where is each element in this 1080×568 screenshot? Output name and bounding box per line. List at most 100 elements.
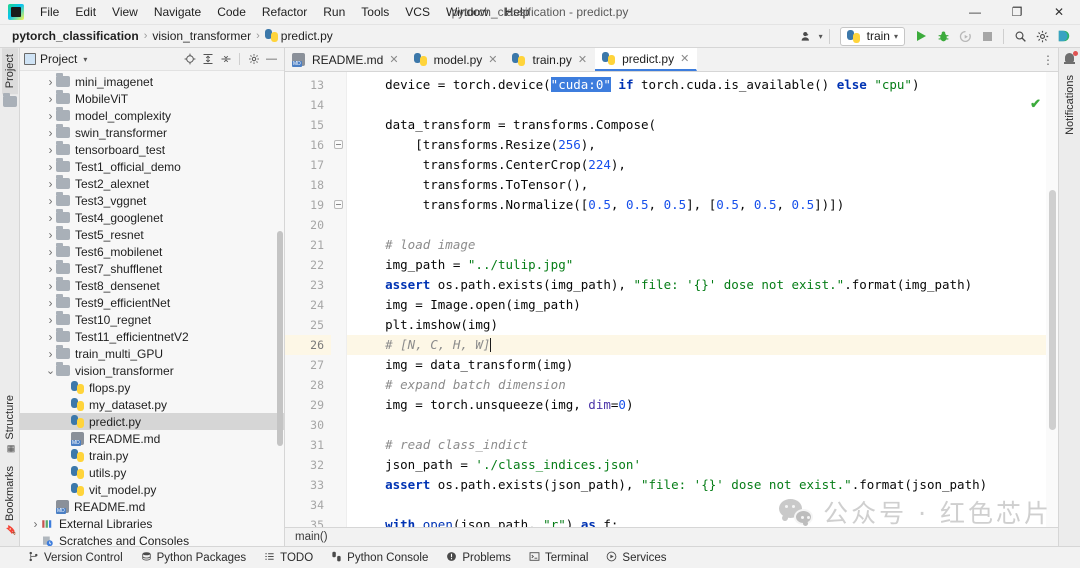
code-line[interactable]: img = data_transform(img) (347, 355, 1058, 375)
tree-item-vit-model-py[interactable]: vit_model.py (20, 481, 284, 498)
project-view-dropdown-icon[interactable]: ▾ (83, 55, 87, 64)
code-line[interactable]: # load image (347, 235, 1058, 255)
tree-item-test2-alexnet[interactable]: › Test2_alexnet (20, 175, 284, 192)
sidebar-tab-structure[interactable]: ▦ Structure (2, 389, 18, 460)
breadcrumb-project[interactable]: pytorch_classification (8, 29, 143, 43)
code-line[interactable]: # expand batch dimension (347, 375, 1058, 395)
code-line[interactable]: assert os.path.exists(img_path), "file: … (347, 275, 1058, 295)
code-line[interactable]: device = torch.device("cuda:0" if torch.… (347, 75, 1058, 95)
fold-toggle-icon[interactable] (334, 140, 343, 149)
code-line[interactable]: img_path = "../tulip.jpg" (347, 255, 1058, 275)
code-line[interactable]: img = torch.unsqueeze(img, dim=0) (347, 395, 1058, 415)
hide-panel-icon[interactable]: — (263, 51, 280, 68)
menu-item-run[interactable]: Run (315, 2, 353, 22)
editor-scrollbar-thumb[interactable] (1049, 190, 1056, 430)
tree-item-my-dataset-py[interactable]: my_dataset.py (20, 396, 284, 413)
chevron-right-icon[interactable]: › (45, 347, 56, 361)
close-icon[interactable]: ✕ (389, 53, 398, 66)
tree-item-test7-shufflenet[interactable]: › Test7_shufflenet (20, 260, 284, 277)
tree-item-swin-transformer[interactable]: › swin_transformer (20, 124, 284, 141)
menu-item-navigate[interactable]: Navigate (146, 2, 209, 22)
menu-item-edit[interactable]: Edit (67, 2, 104, 22)
tree-item-test10-regnet[interactable]: › Test10_regnet (20, 311, 284, 328)
code-editor[interactable]: 13 14 15 16 17 18 19 20 21 22 23 24 25 26 27 28 29 30 31 32… (285, 72, 1058, 527)
tree-item-test3-vggnet[interactable]: › Test3_vggnet (20, 192, 284, 209)
chevron-down-icon[interactable]: ⌄ (45, 365, 56, 376)
menu-item-vcs[interactable]: VCS (397, 2, 438, 22)
gear-icon[interactable] (1032, 27, 1052, 46)
editor-tabs-options-icon[interactable]: ⋮ (1042, 48, 1058, 71)
status-bar-item-terminal[interactable]: Terminal (529, 551, 588, 565)
sidebar-tab-bookmarks[interactable]: 🔖 Bookmarks (2, 460, 18, 542)
tree-item-model-complexity[interactable]: › model_complexity (20, 107, 284, 124)
status-bar-item-python-console[interactable]: Python Console (331, 551, 428, 565)
status-bar-item-services[interactable]: Services (606, 551, 667, 565)
code-line[interactable]: transforms.CenterCrop(224), (347, 155, 1058, 175)
tree-item-test6-mobilenet[interactable]: › Test6_mobilenet (20, 243, 284, 260)
code-line[interactable] (347, 495, 1058, 515)
run-coverage-icon[interactable] (955, 27, 975, 46)
source-code[interactable]: device = torch.device("cuda:0" if torch.… (347, 72, 1058, 527)
close-icon[interactable]: ✕ (680, 52, 689, 65)
fold-toggle-icon[interactable] (334, 200, 343, 209)
gear-icon[interactable] (245, 51, 262, 68)
tree-item-train-multi-gpu[interactable]: › train_multi_GPU (20, 345, 284, 362)
chevron-right-icon[interactable]: › (45, 330, 56, 344)
chevron-right-icon[interactable]: › (45, 279, 56, 293)
status-bar-item-problems[interactable]: Problems (446, 551, 511, 565)
editor-scrollbar[interactable] (1046, 72, 1058, 527)
status-bar-item-python-packages[interactable]: Python Packages (141, 551, 246, 565)
tree-item-train-py[interactable]: train.py (20, 447, 284, 464)
tree-item-scratches-and-consoles[interactable]: Scratches and Consoles (20, 532, 284, 546)
maximize-button[interactable]: ❐ (996, 0, 1038, 25)
breadcrumb-folder[interactable]: vision_transformer (148, 29, 255, 43)
code-line[interactable] (347, 415, 1058, 435)
tree-item-readme-md[interactable]: README.md (20, 430, 284, 447)
chevron-right-icon[interactable]: › (45, 109, 56, 123)
chevron-right-icon[interactable]: › (45, 160, 56, 174)
ide-updates-icon[interactable] (1054, 27, 1074, 46)
tree-item-test5-resnet[interactable]: › Test5_resnet (20, 226, 284, 243)
chevron-right-icon[interactable]: › (45, 313, 56, 327)
minimize-button[interactable]: — (954, 0, 996, 25)
editor-tab-model-py[interactable]: model.py ✕ (407, 48, 506, 71)
chevron-right-icon[interactable]: › (45, 296, 56, 310)
code-line[interactable]: plt.imshow(img) (347, 315, 1058, 335)
menu-item-refactor[interactable]: Refactor (254, 2, 315, 22)
code-line[interactable]: with open(json_path, "r") as f: (347, 515, 1058, 527)
close-icon[interactable]: ✕ (578, 53, 587, 66)
debug-bug-icon[interactable] (933, 27, 953, 46)
editor-tab-readme-md[interactable]: README.md ✕ (285, 48, 407, 71)
menu-item-file[interactable]: File (32, 2, 67, 22)
code-line[interactable]: transforms.ToTensor(), (347, 175, 1058, 195)
chevron-right-icon[interactable]: › (45, 211, 56, 225)
close-icon[interactable]: ✕ (488, 53, 497, 66)
chevron-right-icon[interactable]: › (45, 228, 56, 242)
notifications-bell-icon[interactable] (1063, 51, 1078, 66)
chevron-right-icon[interactable]: › (45, 177, 56, 191)
menu-item-view[interactable]: View (104, 2, 146, 22)
tree-item-predict-py[interactable]: predict.py (20, 413, 284, 430)
search-icon[interactable] (1010, 27, 1030, 46)
expand-all-icon[interactable] (199, 51, 216, 68)
code-line[interactable] (347, 95, 1058, 115)
inspection-ok-icon[interactable]: ✔ (1030, 96, 1041, 112)
tree-item-mobilevit[interactable]: › MobileViT (20, 90, 284, 107)
code-line[interactable]: transforms.Normalize([0.5, 0.5, 0.5], [0… (347, 195, 1058, 215)
chevron-right-icon[interactable]: › (45, 194, 56, 208)
status-bar-item-version-control[interactable]: Version Control (28, 551, 123, 565)
code-line[interactable]: # [N, C, H, W] (347, 335, 1058, 355)
tree-item-readme-md[interactable]: README.md (20, 498, 284, 515)
stop-icon[interactable] (977, 27, 997, 46)
collapse-all-icon[interactable] (217, 51, 234, 68)
code-line[interactable]: json_path = './class_indices.json' (347, 455, 1058, 475)
project-tree[interactable]: › mini_imagenet › MobileViT › model_complexit… (20, 71, 284, 546)
chevron-right-icon[interactable]: › (45, 143, 56, 157)
code-folding-gutter[interactable] (331, 72, 347, 527)
chevron-right-icon[interactable]: › (45, 92, 56, 106)
breadcrumb-file[interactable]: predict.py (261, 29, 337, 43)
tree-item-test11-efficientnetv2[interactable]: › Test11_efficientnetV2 (20, 328, 284, 345)
status-bar-item-todo[interactable]: TODO (264, 551, 313, 565)
tree-item-test9-efficientnet[interactable]: › Test9_efficientNet (20, 294, 284, 311)
tree-item-tensorboard-test[interactable]: › tensorboard_test (20, 141, 284, 158)
